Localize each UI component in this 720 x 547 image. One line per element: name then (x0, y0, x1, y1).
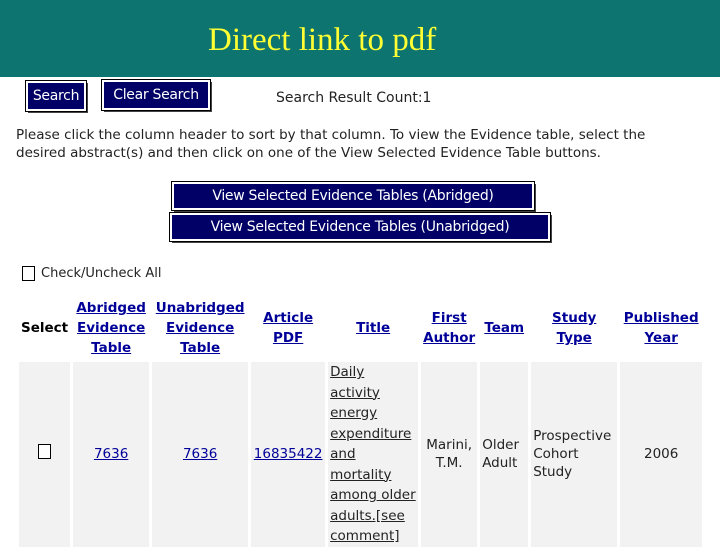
header-select: Select (19, 294, 71, 362)
instructions-text: Please click the column header to sort b… (16, 127, 646, 161)
table-row: 7636 7636 16835422 Daily activity energy… (19, 362, 703, 547)
header-team[interactable]: Team (480, 294, 529, 362)
header-unabridged[interactable]: Unabridged Evidence Table (152, 294, 249, 362)
published-year-cell: 2006 (620, 362, 703, 547)
search-button[interactable]: Search (25, 80, 87, 112)
banner-title: Direct link to pdf (208, 22, 437, 58)
team-cell: Older Adult (480, 362, 529, 547)
table-header-row: Select Abridged Evidence Table Unabridge… (19, 294, 703, 362)
row-select-cell (19, 362, 71, 547)
unabridged-link[interactable]: 7636 (152, 362, 249, 547)
check-all-checkbox[interactable] (22, 266, 35, 281)
header-first-author[interactable]: First Author (421, 294, 478, 362)
study-type-cell: Prospective Cohort Study (531, 362, 618, 547)
view-abridged-button[interactable]: View Selected Evidence Tables (Abridged) (171, 181, 535, 211)
header-article-pdf[interactable]: Article PDF (251, 294, 326, 362)
row-checkbox[interactable] (38, 444, 52, 460)
results-table: Select Abridged Evidence Table Unabridge… (16, 294, 705, 547)
title-link[interactable]: Daily activity energy expenditure and mo… (328, 362, 419, 547)
banner: Direct link to pdf (0, 0, 720, 77)
header-title[interactable]: Title (328, 294, 419, 362)
article-pdf-link[interactable]: 16835422 (251, 362, 326, 547)
search-result-count: Search Result Count:1 (276, 90, 432, 106)
first-author-cell: Marini, T.M. (421, 362, 478, 547)
header-abridged[interactable]: Abridged Evidence Table (73, 294, 150, 362)
clear-search-button[interactable]: Clear Search (101, 79, 211, 111)
view-unabridged-button[interactable]: View Selected Evidence Tables (Unabridge… (169, 212, 551, 242)
abridged-link[interactable]: 7636 (73, 362, 150, 547)
header-study-type[interactable]: Study Type (531, 294, 618, 362)
header-published-year[interactable]: Published Year (620, 294, 703, 362)
check-all-label: Check/Uncheck All (41, 266, 162, 281)
check-all-row: Check/Uncheck All (22, 266, 161, 281)
